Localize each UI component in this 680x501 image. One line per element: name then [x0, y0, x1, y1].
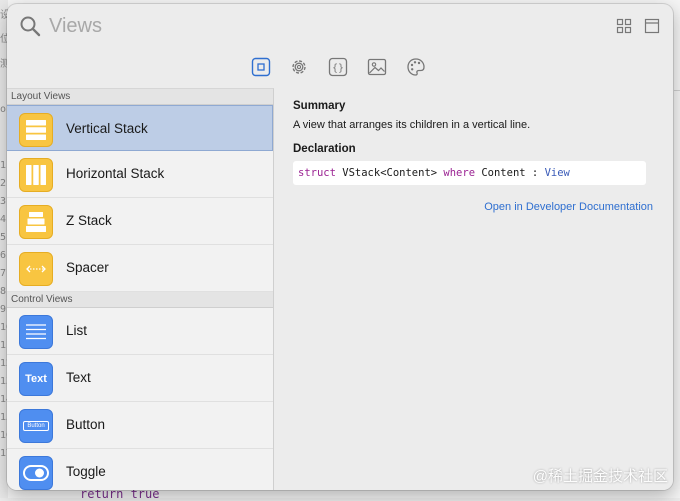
grid-view-icon[interactable]	[616, 18, 632, 34]
declaration-heading: Declaration	[293, 143, 356, 155]
code-type: View	[544, 167, 570, 179]
library-item-list: Layout Views Vertical Stack Horizontal S…	[7, 88, 274, 490]
list-item-label: Spacer	[66, 260, 109, 275]
list-item-label: Horizontal Stack	[66, 166, 165, 181]
spacer-icon	[19, 252, 53, 286]
list-item-button[interactable]: Button Button	[7, 402, 273, 449]
list-icon	[19, 315, 53, 349]
tab-colors[interactable]	[405, 56, 427, 78]
detail-panel: Summary A view that arranges its childre…	[274, 88, 673, 490]
view-square-icon	[251, 57, 271, 77]
braces-icon: {}	[328, 57, 348, 77]
list-item-label: Vertical Stack	[66, 121, 148, 136]
library-tab-bar: {}	[7, 54, 673, 82]
search-bar	[7, 4, 673, 48]
list-item-list[interactable]: List	[7, 308, 273, 355]
z-stack-icon	[19, 205, 53, 239]
text-icon-glyph: Text	[25, 373, 47, 385]
search-icon	[20, 16, 41, 37]
palette-icon	[407, 58, 425, 76]
button-icon-glyph: Button	[23, 421, 49, 431]
list-item-label: Button	[66, 417, 106, 432]
list-item-text[interactable]: Text Text	[7, 355, 273, 402]
list-item-z-stack[interactable]: Z Stack	[7, 198, 273, 245]
summary-heading: Summary	[293, 100, 346, 112]
list-item-label: List	[66, 323, 88, 338]
text-icon: Text	[19, 362, 53, 396]
list-item-vertical-stack[interactable]: Vertical Stack	[7, 105, 273, 151]
tab-snippets[interactable]: {}	[327, 56, 349, 78]
background-divider	[674, 90, 680, 91]
library-popover: {} Layout Views	[7, 4, 673, 490]
search-input[interactable]	[49, 13, 569, 39]
list-item-spacer[interactable]: Spacer	[7, 245, 273, 292]
code-keyword: where	[443, 167, 476, 179]
image-icon	[367, 58, 387, 76]
list-item-label: Toggle	[66, 464, 106, 479]
section-header-layout-views: Layout Views	[7, 89, 273, 105]
code-keyword: struct	[298, 167, 336, 179]
detail-view-icon[interactable]	[644, 18, 660, 34]
list-item-label: Z Stack	[66, 213, 112, 228]
svg-text:{}: {}	[332, 63, 344, 74]
code-text: Content :	[475, 167, 545, 179]
section-header-control-views: Control Views	[7, 292, 273, 308]
vertical-stack-icon	[19, 113, 53, 147]
horizontal-stack-icon	[19, 158, 53, 192]
list-item-label: Text	[66, 370, 91, 385]
declaration-code: struct VStack<Content> where Content : V…	[293, 161, 646, 185]
button-icon: Button	[19, 409, 53, 443]
code-text: VStack<Content>	[335, 167, 444, 179]
tab-media[interactable]	[366, 56, 388, 78]
summary-text: A view that arranges its children in a v…	[293, 119, 531, 131]
developer-documentation-link[interactable]: Open in Developer Documentation	[484, 201, 653, 213]
tab-modifiers[interactable]	[288, 56, 310, 78]
toggle-icon	[19, 456, 53, 490]
list-item-horizontal-stack[interactable]: Horizontal Stack	[7, 151, 273, 198]
gear-icon	[292, 60, 306, 74]
watermark: @稀土掘金技术社区	[532, 468, 668, 485]
tab-views[interactable]	[250, 56, 272, 78]
list-item-toggle[interactable]: Toggle	[7, 449, 273, 490]
